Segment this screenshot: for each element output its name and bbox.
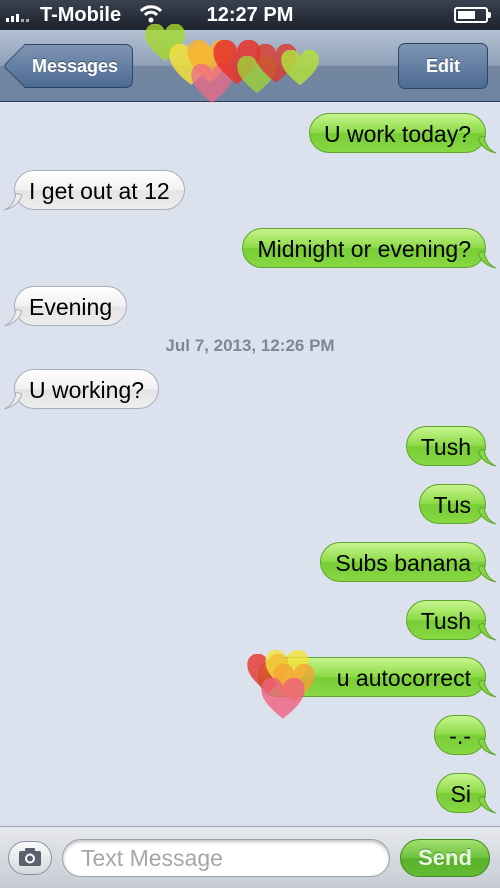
bubble-tail [4, 309, 22, 327]
bubble-tail [478, 136, 496, 154]
status-bar: T-Mobile 12:27 PM [0, 0, 500, 30]
battery-level [458, 11, 475, 19]
back-button[interactable]: Messages [2, 44, 134, 88]
composer-bar: Send [0, 826, 500, 888]
message-bubble-outgoing: U work today? [308, 113, 496, 154]
message-input[interactable] [62, 839, 390, 877]
bubble-tail [478, 507, 496, 525]
camera-button[interactable] [8, 841, 52, 875]
message-text: Si [450, 781, 471, 807]
nav-bar: Messages Edit [0, 24, 500, 103]
bubble-tail [478, 251, 496, 269]
message-bubble-incoming: I get out at 12 [4, 170, 185, 211]
bubble-tail [478, 738, 496, 756]
bubble-tail [478, 449, 496, 467]
message-bubble-outgoing: Midnight or evening? [242, 228, 496, 269]
message-bubble-outgoing: Si [435, 773, 496, 814]
message-text: U working? [29, 377, 145, 403]
message-text: Tush [420, 434, 471, 460]
bubble-tail [4, 392, 22, 410]
heart-icon [261, 678, 305, 719]
message-bubble-incoming: Evening [4, 286, 128, 327]
message-text: U work today? [323, 121, 471, 147]
message-text: Subs banana [335, 550, 471, 576]
bubble-tail [478, 796, 496, 814]
timestamp: Jul 7, 2013, 12:26 PM [165, 336, 335, 355]
send-button[interactable]: Send [400, 839, 490, 877]
bubble-tail [478, 680, 496, 698]
message-text: Midnight or evening? [257, 236, 471, 262]
message-bubble-outgoing: Tush [405, 600, 496, 641]
message-bubble-outgoing: Tush [405, 426, 496, 467]
edit-button[interactable]: Edit [398, 43, 488, 89]
battery-icon [454, 7, 491, 23]
clock: 12:27 PM [206, 4, 294, 26]
message-bubble-incoming: U working? [4, 369, 160, 410]
hearts-overlay [238, 650, 338, 730]
message-text: Tush [420, 608, 471, 634]
bubble-tail [478, 623, 496, 641]
message-bubble-outgoing: Tus [418, 484, 496, 525]
back-button-label: Messages [32, 56, 119, 76]
bubble-tail [478, 565, 496, 583]
camera-icon [19, 848, 41, 866]
message-bubble-outgoing: Subs banana [320, 542, 496, 583]
message-text: I get out at 12 [29, 178, 170, 204]
bubble-tail [4, 193, 22, 211]
message-bubble-outgoing: -.- [434, 715, 496, 756]
message-text: -.- [449, 723, 471, 749]
heart-icon [281, 50, 319, 86]
message-text: Evening [29, 294, 113, 320]
message-text: u autocorrect [336, 665, 471, 691]
message-text: Tus [433, 492, 472, 518]
